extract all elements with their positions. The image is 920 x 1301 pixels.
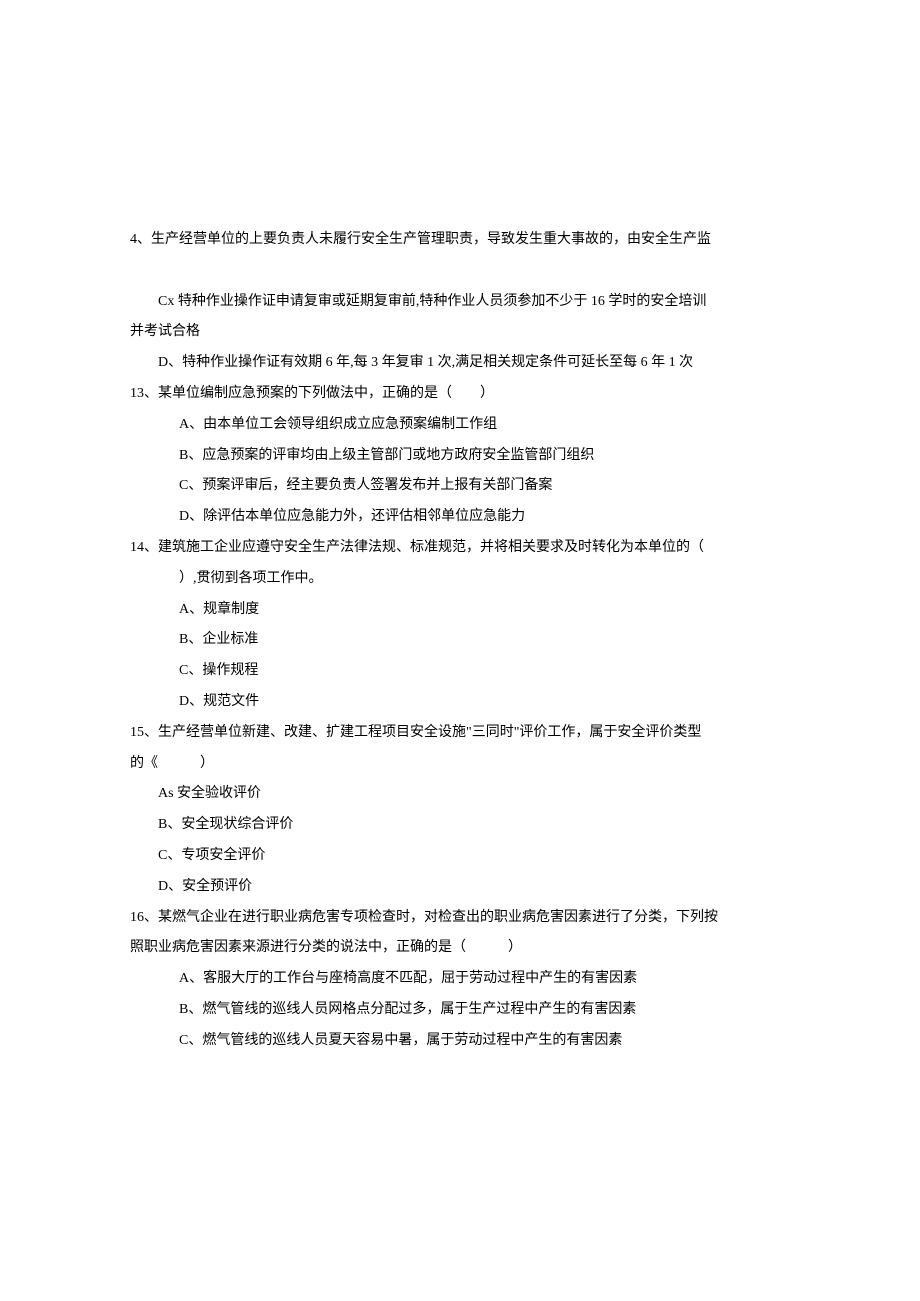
text-line: 4、生产经营单位的上要负责人未履行安全生产管理职责，导致发生重大事故的，由安全生… bbox=[130, 225, 790, 256]
text-line: B、燃气管线的巡线人员网格点分配过多，属于生产过程中产生的有害因素 bbox=[130, 995, 790, 1026]
text-line: 的《 ） bbox=[130, 749, 790, 780]
text-line: C、燃气管线的巡线人员夏天容易中暑，属于劳动过程中产生的有害因素 bbox=[130, 1026, 790, 1057]
text-line: 照职业病危害因素来源进行分类的说法中，正确的是（ ） bbox=[130, 933, 790, 964]
text-line: C、操作规程 bbox=[130, 656, 790, 687]
text-line: 14、建筑施工企业应遵守安全生产法律法规、标准规范，并将相关要求及时转化为本单位… bbox=[130, 533, 790, 564]
text-line: C、专项安全评价 bbox=[130, 841, 790, 872]
text-line: D、安全预评价 bbox=[130, 872, 790, 903]
text-line: D、规范文件 bbox=[130, 687, 790, 718]
text-line: C、预案评审后，经主要负责人签署发布并上报有关部门备案 bbox=[130, 471, 790, 502]
text-line: 15、生产经营单位新建、改建、扩建工程项目安全设施"三同时"评价工作，属于安全评… bbox=[130, 718, 790, 749]
text-line: 并考试合格 bbox=[130, 317, 790, 348]
text-line: Cx 特种作业操作证申请复审或延期复审前,特种作业人员须参加不少于 16 学时的… bbox=[130, 287, 790, 318]
text-line: D、除评估本单位应急能力外，还评估相邻单位应急能力 bbox=[130, 502, 790, 533]
text-line: 16、某燃气企业在进行职业病危害专项检查时，对检查出的职业病危害因素进行了分类，… bbox=[130, 903, 790, 934]
text-line: A、客服大厅的工作台与座椅高度不匹配，屈于劳动过程中产生的有害因素 bbox=[130, 964, 790, 995]
text-line: B、应急预案的评审均由上级主管部门或地方政府安全监管部门组织 bbox=[130, 441, 790, 472]
text-line: B、企业标准 bbox=[130, 625, 790, 656]
document-body: 4、生产经营单位的上要负责人未履行安全生产管理职责，导致发生重大事故的，由安全生… bbox=[130, 225, 790, 1057]
text-line: D、特种作业操作证有效期 6 年,每 3 年复审 1 次,满足相关规定条件可延长… bbox=[130, 348, 790, 379]
text-line: ）,贯彻到各项工作中。 bbox=[130, 564, 790, 595]
text-line: As 安全验收评价 bbox=[130, 779, 790, 810]
text-line: 13、某单位编制应急预案的下列做法中，正确的是（ ） bbox=[130, 379, 790, 410]
text-line: A、由本单位工会领导组织成立应急预案编制工作组 bbox=[130, 410, 790, 441]
text-line: A、规章制度 bbox=[130, 595, 790, 626]
text-line: B、安全现状综合评价 bbox=[130, 810, 790, 841]
text-line bbox=[130, 256, 790, 287]
